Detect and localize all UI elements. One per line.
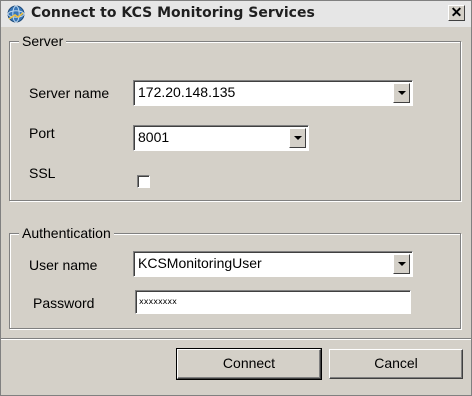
connect-dialog: Connect to KCS Monitoring Services ✕ Ser…: [0, 0, 472, 396]
chevron-down-icon[interactable]: [393, 254, 410, 274]
server-name-label: Server name: [29, 85, 110, 101]
chevron-down-icon[interactable]: [393, 83, 410, 103]
authentication-group: Authentication: [9, 225, 461, 329]
user-name-value: KCSMonitoringUser: [138, 255, 262, 271]
title-bar[interactable]: Connect to KCS Monitoring Services ✕: [1, 1, 471, 27]
port-combobox[interactable]: 8001: [133, 125, 309, 151]
close-icon: ✕: [450, 4, 463, 20]
port-label: Port: [29, 125, 55, 141]
password-label: Password: [33, 295, 95, 311]
server-name-value: 172.20.148.135: [138, 84, 236, 100]
button-divider: [1, 338, 471, 340]
password-input[interactable]: [139, 293, 399, 309]
authentication-group-legend: Authentication: [19, 225, 114, 241]
chevron-down-icon[interactable]: [289, 128, 306, 148]
cancel-button[interactable]: Cancel: [329, 349, 463, 379]
port-value: 8001: [138, 129, 170, 145]
ssl-checkbox[interactable]: [137, 175, 150, 188]
kcs-monitor-icon: [7, 5, 25, 23]
user-name-label: User name: [29, 257, 98, 273]
close-button[interactable]: ✕: [448, 5, 465, 21]
user-name-combobox[interactable]: KCSMonitoringUser: [133, 251, 413, 277]
window-title: Connect to KCS Monitoring Services: [31, 5, 315, 21]
server-name-combobox[interactable]: 172.20.148.135: [133, 80, 413, 106]
connect-button[interactable]: Connect: [176, 348, 322, 380]
ssl-label: SSL: [29, 165, 56, 181]
server-group-legend: Server: [19, 33, 67, 49]
password-field[interactable]: [135, 290, 411, 314]
server-group: Server: [9, 33, 461, 201]
